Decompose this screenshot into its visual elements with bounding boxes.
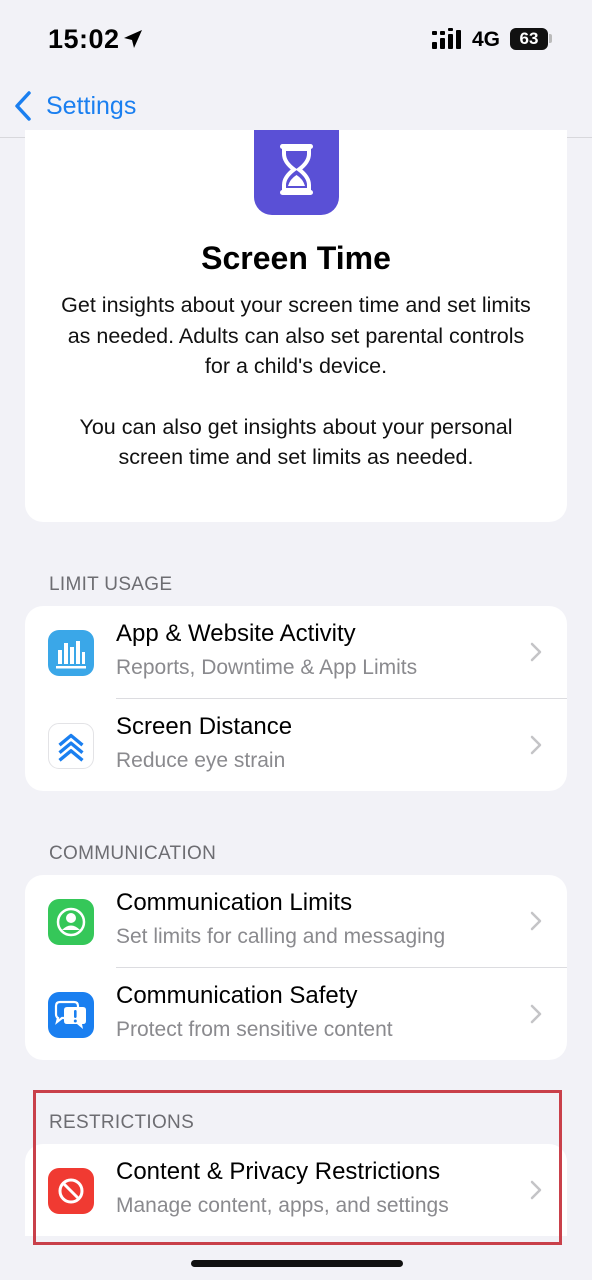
highlight-box [33, 1090, 562, 1245]
hourglass-glyph [280, 144, 313, 195]
back-button[interactable]: Settings [12, 88, 136, 124]
hourglass-icon [254, 130, 339, 215]
row-title: Screen Distance [116, 713, 293, 740]
chevron-left-icon [15, 91, 31, 121]
screen-distance-row[interactable]: Screen Distance Reduce eye strain [25, 699, 567, 791]
battery-nub [549, 34, 552, 43]
status-bar: 15:02 4G 63 [0, 0, 592, 80]
message-alert-icon [48, 992, 94, 1038]
chevron-right-icon [530, 911, 542, 931]
location-arrow-icon [124, 30, 142, 48]
person-circle-icon [48, 899, 94, 945]
row-title: Communication Limits [116, 889, 353, 916]
chevron-right-icon [530, 642, 542, 662]
network-type: 4G [472, 28, 501, 51]
communication-safety-row[interactable]: Communication Safety Protect from sensit… [25, 968, 567, 1060]
screen-time-title: Screen Time [201, 240, 391, 276]
row-subtitle: Set limits for calling and messaging [116, 925, 446, 948]
row-subtitle: Reduce eye strain [116, 749, 286, 772]
row-title: Communication Safety [116, 982, 358, 1009]
status-time: 15:02 [48, 24, 120, 54]
bar-chart-icon [48, 630, 94, 676]
screen-time-description: Get insights about your screen time and … [55, 290, 537, 473]
screen-time-hero-card: Screen Time Get insights about your scre… [25, 130, 567, 522]
row-subtitle: Reports, Downtime & App Limits [116, 656, 418, 679]
description-paragraph-1: Get insights about your screen time and … [61, 293, 531, 378]
cellular-signal-icon [432, 28, 461, 49]
section-header-communication: COMMUNICATION [49, 843, 217, 864]
chevron-right-icon [530, 735, 542, 755]
back-label: Settings [46, 91, 137, 120]
battery-indicator: 63 [510, 28, 548, 50]
section-header-limit-usage: LIMIT USAGE [49, 574, 173, 595]
row-subtitle: Protect from sensitive content [116, 1018, 393, 1041]
row-title: App & Website Activity [116, 620, 356, 647]
description-paragraph-2: You can also get insights about your per… [79, 414, 513, 470]
chevrons-up-icon [48, 723, 94, 769]
communication-group: Communication Limits Set limits for call… [25, 875, 567, 1060]
communication-limits-row[interactable]: Communication Limits Set limits for call… [25, 875, 567, 967]
home-indicator[interactable] [191, 1260, 403, 1267]
limit-usage-group: App & Website Activity Reports, Downtime… [25, 606, 567, 791]
chevron-right-icon [530, 1004, 542, 1024]
app-website-activity-row[interactable]: App & Website Activity Reports, Downtime… [25, 606, 567, 698]
